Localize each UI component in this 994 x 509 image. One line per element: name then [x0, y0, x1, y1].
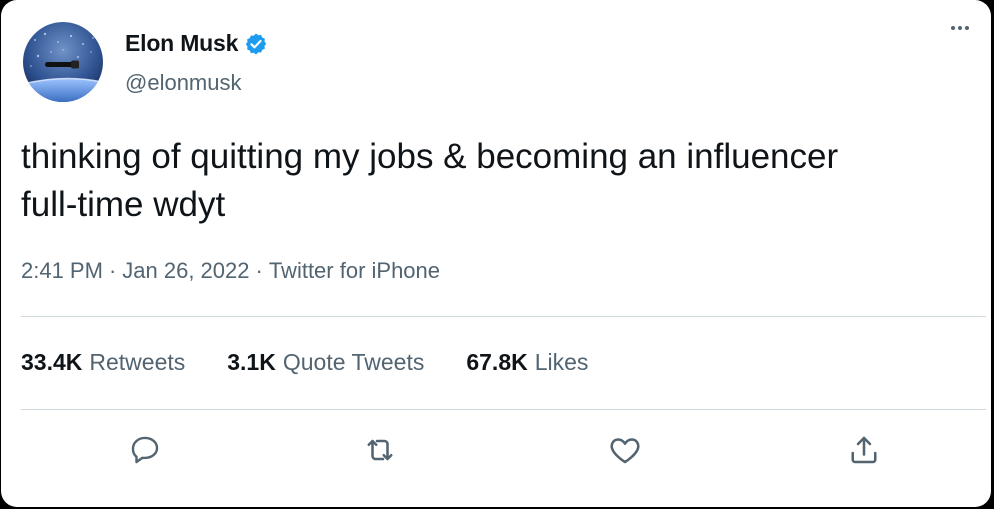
- stat-quote-tweets[interactable]: 3.1K Quote Tweets: [227, 349, 424, 376]
- tweet-meta: 2:41 PM · Jan 26, 2022 · Twitter for iPh…: [21, 258, 440, 284]
- author-name-row: Elon Musk: [125, 30, 268, 57]
- tweet-text: thinking of quitting my jobs & becoming …: [21, 137, 839, 224]
- stat-likes[interactable]: 67.8K Likes: [466, 349, 588, 376]
- stat-label: Retweets: [89, 349, 186, 375]
- meta-separator: ·: [255, 258, 263, 283]
- avatar[interactable]: [23, 22, 103, 102]
- tweet-time[interactable]: 2:41 PM: [21, 258, 103, 284]
- divider: [21, 409, 986, 410]
- tweet-actions: [1, 428, 991, 476]
- stat-label: Quote Tweets: [282, 349, 425, 375]
- stat-count: 67.8K: [466, 349, 528, 375]
- more-dot: [958, 26, 962, 30]
- stat-count: 33.4K: [21, 349, 83, 375]
- avatar-image: [23, 22, 103, 102]
- stat-label: Likes: [534, 349, 589, 375]
- more-options-icon[interactable]: [951, 26, 969, 30]
- tweet-date[interactable]: Jan 26, 2022: [122, 258, 249, 284]
- verified-badge-icon: [244, 32, 268, 56]
- meta-separator: ·: [108, 258, 117, 283]
- author-handle[interactable]: @elonmusk: [125, 70, 242, 96]
- tweet-source[interactable]: Twitter for iPhone: [269, 258, 440, 284]
- more-dot: [951, 26, 955, 30]
- divider: [21, 316, 986, 317]
- tweet-stats: 33.4K Retweets 3.1K Quote Tweets 67.8K L…: [21, 349, 588, 376]
- retweet-icon[interactable]: [358, 428, 402, 472]
- like-icon[interactable]: [603, 428, 647, 472]
- more-dot: [965, 26, 969, 30]
- stat-retweets[interactable]: 33.4K Retweets: [21, 349, 185, 376]
- author-name[interactable]: Elon Musk: [125, 30, 238, 57]
- share-icon[interactable]: [842, 428, 886, 472]
- stat-count: 3.1K: [227, 349, 276, 375]
- tweet-card: Elon Musk @elonmusk thinking of quitting…: [1, 0, 991, 507]
- reply-icon[interactable]: [123, 428, 167, 472]
